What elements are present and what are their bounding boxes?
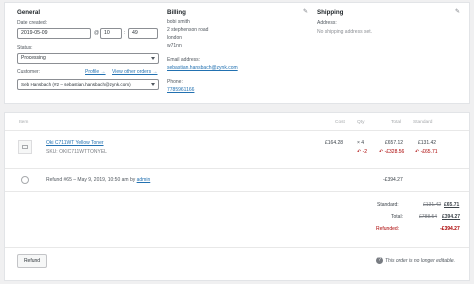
edit-billing-pencil-icon[interactable]: ✎	[303, 8, 308, 15]
divider	[5, 168, 469, 169]
billing-address-line: 2 stephenson road	[167, 27, 209, 33]
at-separator: @	[94, 30, 100, 36]
sku-value: OKIC711WTTONYEL	[59, 149, 107, 155]
sku-label: SKU:	[46, 149, 58, 155]
date-created-input[interactable]: 2019-05-09	[17, 28, 91, 39]
product-qty-refunded: ↶ -2	[357, 149, 368, 155]
shipping-address-label: Address:	[317, 20, 337, 26]
standard-total-old: £131.42	[423, 202, 442, 208]
phone-label: Phone:	[167, 79, 183, 85]
not-editable-note: This order is no longer editable.	[385, 258, 456, 264]
order-total-old: £788.54	[419, 214, 438, 220]
billing-address-line: w71nn	[167, 43, 182, 49]
standard-total-new: £65.71	[444, 202, 460, 208]
refund-by-user-link[interactable]: admin	[137, 177, 151, 183]
order-total-new: £394.27	[442, 214, 461, 220]
customer-label: Customer:	[17, 69, 41, 75]
general-title: General	[17, 9, 41, 16]
refunded-label: Refunded:	[376, 226, 400, 232]
refund-icon	[21, 176, 29, 184]
edit-shipping-pencil-icon[interactable]: ✎	[455, 8, 460, 15]
hour-input[interactable]: 10	[100, 28, 122, 39]
refund-button[interactable]: Refund	[17, 254, 47, 268]
product-total: £657.12	[385, 140, 404, 146]
billing-title: Billing	[167, 9, 186, 16]
cost-header: Cost	[335, 120, 345, 125]
product-name-link[interactable]: Oki C711WT Yellow Toner	[46, 140, 104, 146]
customer-select[interactable]: Seb Hansbach (#2 – sebastian.hansbach@zy…	[17, 79, 159, 90]
product-total-refunded: ↶ -£328.56	[379, 149, 405, 155]
chevron-down-icon	[151, 83, 155, 86]
help-icon: ?	[376, 257, 383, 264]
refunded-value: -£394.27	[440, 226, 460, 232]
date-created-label: Date created:	[17, 20, 48, 26]
product-standard-refunded: ↶ -£65.71	[415, 149, 438, 155]
phone-link[interactable]: 7785961166	[167, 87, 194, 93]
billing-address-line: london	[167, 35, 183, 41]
item-header: Item	[19, 120, 29, 125]
shipping-address-value: No shipping address set.	[317, 29, 373, 35]
product-qty: × 4	[357, 140, 365, 146]
product-standard: £131.42	[418, 140, 437, 146]
product-cost: £164.28	[325, 140, 344, 146]
image-placeholder-icon	[22, 145, 28, 149]
status-label: Status:	[17, 45, 33, 51]
minute-input[interactable]: 49	[128, 28, 158, 39]
divider	[5, 247, 469, 248]
colon-separator: :	[124, 30, 126, 36]
refund-text: Refund #65 – May 9, 2019, 10:50 am by	[46, 177, 136, 183]
billing-address-line: bobi smith	[167, 19, 190, 25]
status-select[interactable]: Processing	[17, 53, 159, 64]
view-other-orders-link[interactable]: View other orders →	[112, 69, 157, 75]
profile-link[interactable]: Profile →	[85, 69, 106, 75]
order-items-panel: Item Cost Qty Total Standard Oki C711WT …	[4, 112, 470, 281]
total-header: Total	[391, 120, 402, 125]
chevron-down-icon	[151, 57, 155, 60]
product-thumbnail	[18, 140, 32, 154]
order-total-label: Total:	[391, 214, 403, 220]
divider	[5, 191, 469, 192]
standard-total-label: Standard:	[377, 202, 399, 208]
standard-header: Standard	[413, 120, 433, 125]
shipping-title: Shipping	[317, 9, 344, 16]
divider	[5, 130, 469, 131]
customer-value: Seb Hansbach (#2 – sebastian.hansbach@zy…	[21, 82, 131, 87]
qty-header: Qty	[357, 120, 365, 125]
refund-amount: -£394.27	[383, 177, 403, 183]
status-value: Processing	[21, 55, 46, 61]
email-label: Email address:	[167, 57, 201, 63]
order-data-panel: General Date created: 2019-05-09 @ 10 : …	[4, 2, 470, 104]
email-link[interactable]: sebastian.hansbach@zynk.com	[167, 65, 238, 71]
